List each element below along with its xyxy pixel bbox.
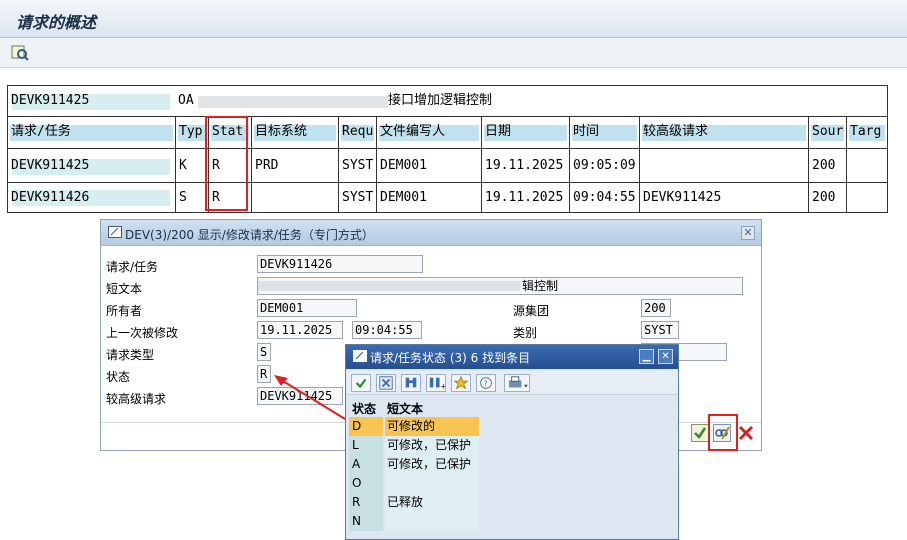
request-description: 接口增加逻辑控制	[388, 93, 493, 108]
window-title: 请求的概述	[16, 13, 97, 32]
table-row[interactable]: DEVK911426 S R SYST DEM001 19.11.2025 09…	[7, 183, 888, 213]
col-time[interactable]: 时间	[570, 117, 640, 148]
svg-text:?: ?	[483, 380, 487, 389]
request-id: DEVK911425	[11, 93, 90, 108]
button-highlight	[708, 414, 738, 451]
dialog2-toolbar: + ?	[346, 371, 678, 395]
dialog2-title: 请求/任务状态 (3) 6 找到条目	[370, 351, 531, 365]
svg-text:+: +	[440, 381, 446, 390]
last-modified-date[interactable]: 19.11.2025	[257, 321, 343, 339]
list-item[interactable]: R 已释放	[349, 493, 479, 512]
list-header: 状态 短文本	[352, 402, 424, 416]
last-modified-time[interactable]: 09:04:55	[352, 321, 422, 339]
request-field[interactable]: DEVK911426	[257, 255, 423, 273]
close-icon[interactable]: ✕	[658, 349, 673, 364]
close-icon[interactable]: ✕	[741, 226, 755, 240]
status-field[interactable]: R	[257, 365, 271, 383]
col-author[interactable]: 文件编写人	[377, 117, 482, 148]
edit-window-icon	[353, 350, 367, 362]
col-target[interactable]: 目标系统	[252, 117, 339, 148]
col-target-client[interactable]: Targ	[847, 117, 887, 148]
cancel-icon[interactable]	[376, 374, 396, 392]
request-type-field[interactable]: S	[257, 343, 271, 361]
toolbar	[0, 38, 907, 68]
print-icon[interactable]	[504, 374, 530, 392]
blurred-text	[198, 96, 388, 108]
short-text-field[interactable]: 辑控制	[257, 277, 743, 295]
source-client-field[interactable]: 200	[641, 299, 671, 317]
list-item[interactable]: N	[349, 512, 479, 531]
list-item[interactable]: L 可修改，已保护	[349, 436, 479, 455]
owner-field[interactable]: DEM001	[257, 299, 357, 317]
status-value-help-dialog: 请求/任务状态 (3) 6 找到条目 ▁ ✕ + ? 状态 短文本 D 可修改的 …	[345, 344, 679, 540]
find-next-icon[interactable]: +	[426, 374, 446, 392]
col-date[interactable]: 日期	[482, 117, 570, 148]
dialog-title: DEV(3)/200 显示/修改请求/任务（专门方式）	[125, 228, 374, 242]
find-icon[interactable]	[401, 374, 421, 392]
checkmark-icon[interactable]	[691, 424, 709, 442]
table-title-row: DEVK911425 OA 接口增加逻辑控制	[7, 85, 888, 117]
cancel-icon[interactable]	[737, 424, 755, 442]
display-icon[interactable]	[10, 43, 30, 63]
col-source[interactable]: Sour	[809, 117, 847, 148]
dialog2-title-bar: 请求/任务状态 (3) 6 找到条目 ▁ ✕	[346, 345, 678, 369]
title-bar: 请求的概述	[0, 0, 907, 38]
list-item[interactable]: A 可修改，已保护	[349, 455, 479, 474]
favorite-icon[interactable]	[451, 374, 471, 392]
list-item[interactable]: O	[349, 474, 479, 493]
col-higher-request[interactable]: 较高级请求	[640, 117, 809, 148]
accept-icon[interactable]	[351, 374, 371, 392]
table-row[interactable]: DEVK911425 K R PRD SYST DEM001 19.11.202…	[7, 149, 888, 183]
edit-window-icon	[108, 226, 122, 238]
col-requestor[interactable]: Requ	[339, 117, 377, 148]
help-icon[interactable]: ?	[476, 374, 496, 392]
category-field[interactable]: SYST	[641, 321, 679, 339]
col-request[interactable]: 请求/任务	[8, 117, 176, 148]
minimize-icon[interactable]: ▁	[639, 349, 654, 364]
dialog-title-bar: DEV(3)/200 显示/修改请求/任务（专门方式） ✕	[101, 220, 761, 246]
list-item[interactable]: D 可修改的	[349, 417, 479, 436]
status-column-highlight	[205, 116, 248, 211]
table-header: 请求/任务 Typ Stat 目标系统 Requ 文件编写人 日期 时间 较高级…	[7, 117, 888, 149]
